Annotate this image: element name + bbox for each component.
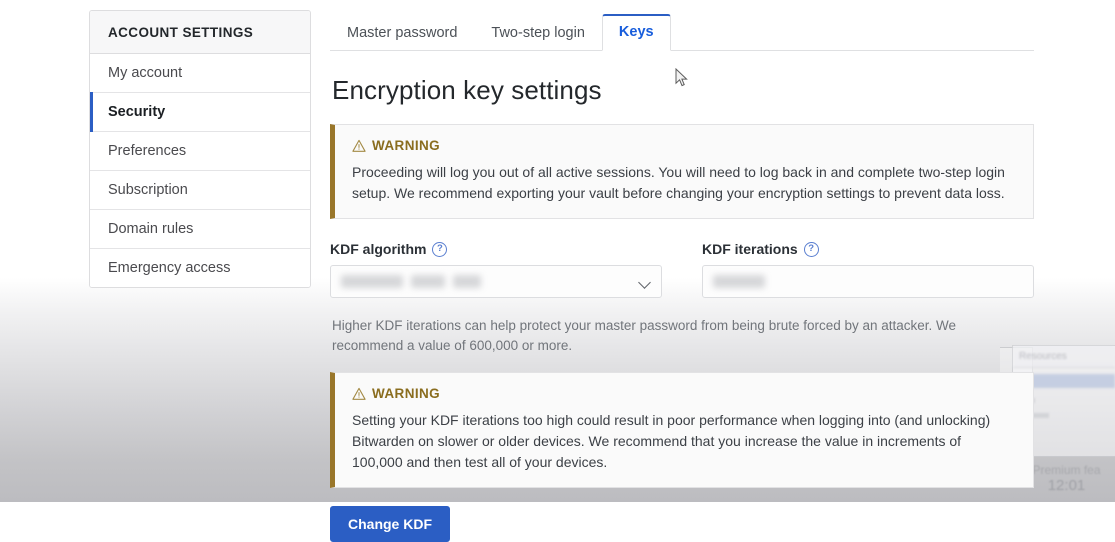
- warning-callout-header: WARNING: [352, 138, 1015, 153]
- sidebar-item-label: Preferences: [108, 143, 187, 159]
- sidebar-item-label: My account: [108, 65, 183, 81]
- sidebar-item-subscription[interactable]: Subscription: [90, 171, 310, 210]
- sidebar-header: ACCOUNT SETTINGS: [90, 11, 310, 54]
- kdf-algorithm-label: KDF algorithm: [330, 241, 427, 257]
- kdf-iterations-input[interactable]: [702, 265, 1034, 298]
- chevron-down-icon: [638, 276, 651, 289]
- kdf-algorithm-label-row: KDF algorithm ?: [330, 241, 662, 257]
- redacted-value: [713, 275, 765, 288]
- kdf-form-row: KDF algorithm ? KDF iterations ?: [330, 241, 1034, 298]
- kdf-helper-text: Higher KDF iterations can help protect y…: [332, 318, 957, 353]
- sidebar-item-label: Security: [108, 104, 166, 120]
- sidebar-item-label: Domain rules: [108, 221, 194, 237]
- sidebar-item-label: Emergency access: [108, 260, 231, 276]
- tab-label: Keys: [618, 24, 654, 40]
- tab-bar: Master password Two-step login Keys: [330, 8, 1034, 51]
- warning-label: WARNING: [372, 386, 441, 401]
- redacted-value: [411, 275, 445, 288]
- sidebar-item-emergency-access[interactable]: Emergency access: [90, 249, 310, 287]
- sidebar-item-label: Subscription: [108, 182, 188, 198]
- sidebar-item-preferences[interactable]: Preferences: [90, 132, 310, 171]
- kdf-iterations-label: KDF iterations: [702, 241, 798, 257]
- kdf-algorithm-field: KDF algorithm ?: [330, 241, 662, 298]
- help-circle-icon[interactable]: ?: [803, 241, 819, 257]
- warning-triangle-icon: [352, 139, 366, 153]
- warning-label: WARNING: [372, 138, 441, 153]
- kdf-iterations-field: KDF iterations ?: [702, 241, 1034, 298]
- tab-keys[interactable]: Keys: [601, 14, 671, 51]
- sidebar-item-my-account[interactable]: My account: [90, 54, 310, 93]
- button-row: Change KDF: [330, 506, 1034, 542]
- warning-callout-performance: WARNING Setting your KDF iterations too …: [330, 372, 1034, 488]
- kdf-iterations-label-row: KDF iterations ?: [702, 241, 1034, 257]
- sidebar-item-security[interactable]: Security: [90, 92, 310, 132]
- warning-body: Setting your KDF iterations too high cou…: [352, 412, 991, 470]
- warning-body: Proceeding will log you out of all activ…: [352, 164, 1005, 201]
- tab-label: Two-step login: [491, 25, 585, 41]
- warning-callout-header: WARNING: [352, 386, 1015, 401]
- redacted-value: [341, 275, 403, 288]
- main-content: Master password Two-step login Keys Encr…: [330, 8, 1034, 542]
- kdf-algorithm-select[interactable]: [330, 265, 662, 298]
- account-settings-sidebar: ACCOUNT SETTINGS My account Security Pre…: [89, 10, 311, 288]
- tab-master-password[interactable]: Master password: [330, 15, 474, 51]
- warning-triangle-icon: [352, 387, 366, 401]
- redacted-value: [453, 275, 481, 288]
- change-kdf-button[interactable]: Change KDF: [330, 506, 450, 542]
- tab-label: Master password: [347, 25, 458, 41]
- page-title: Encryption key settings: [332, 75, 602, 105]
- warning-callout-sessions: WARNING Proceeding will log you out of a…: [330, 124, 1034, 219]
- tab-two-step-login[interactable]: Two-step login: [474, 15, 602, 51]
- help-circle-icon[interactable]: ?: [432, 241, 448, 257]
- sidebar-item-domain-rules[interactable]: Domain rules: [90, 210, 310, 249]
